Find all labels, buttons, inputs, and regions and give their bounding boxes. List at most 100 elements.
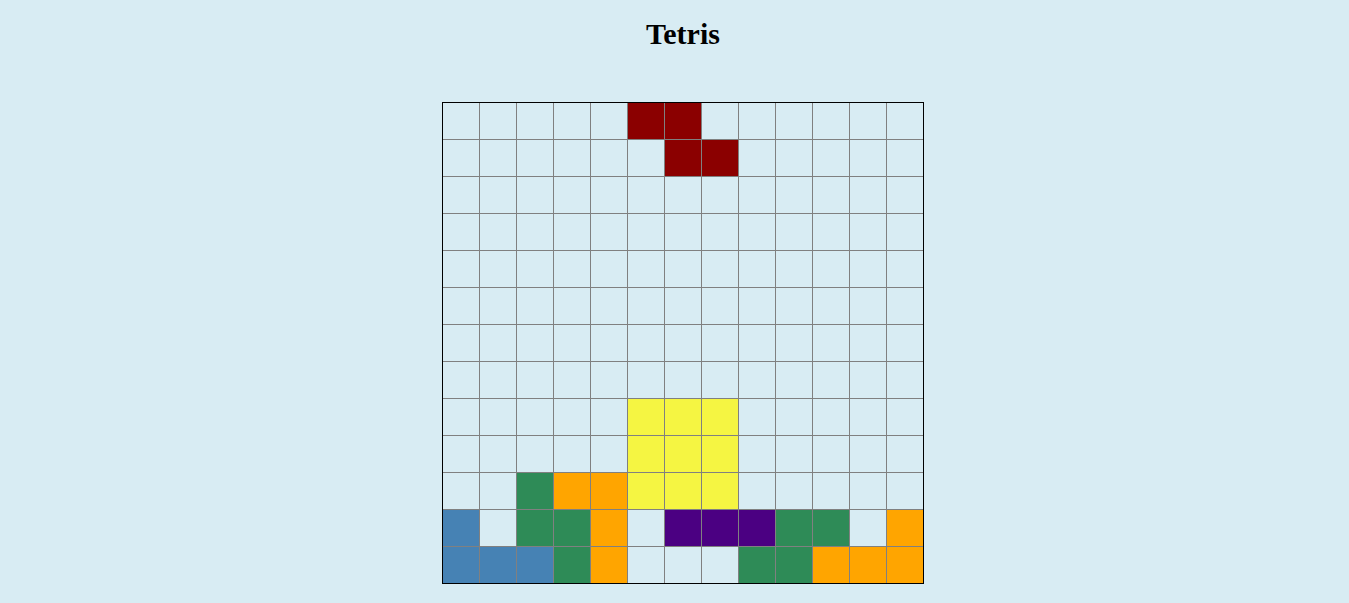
empty-cell	[443, 399, 479, 435]
empty-cell	[665, 362, 701, 398]
empty-cell	[517, 436, 553, 472]
empty-cell	[554, 288, 590, 324]
filled-cell	[517, 547, 553, 583]
filled-cell	[443, 547, 479, 583]
filled-cell	[517, 473, 553, 509]
filled-cell	[554, 473, 590, 509]
empty-cell	[517, 362, 553, 398]
empty-cell	[887, 362, 923, 398]
filled-cell	[702, 510, 738, 546]
empty-cell	[628, 140, 664, 176]
filled-cell	[813, 510, 849, 546]
empty-cell	[480, 325, 516, 361]
game-board[interactable]	[442, 102, 924, 584]
empty-cell	[813, 325, 849, 361]
empty-cell	[850, 325, 886, 361]
filled-cell	[887, 547, 923, 583]
empty-cell	[776, 103, 812, 139]
empty-cell	[628, 547, 664, 583]
empty-cell	[850, 177, 886, 213]
empty-cell	[554, 177, 590, 213]
filled-cell	[665, 473, 701, 509]
empty-cell	[850, 288, 886, 324]
empty-cell	[813, 288, 849, 324]
filled-cell	[591, 473, 627, 509]
empty-cell	[739, 436, 775, 472]
empty-cell	[776, 362, 812, 398]
empty-cell	[480, 399, 516, 435]
empty-cell	[776, 140, 812, 176]
empty-cell	[739, 288, 775, 324]
filled-cell	[887, 510, 923, 546]
filled-cell	[776, 547, 812, 583]
empty-cell	[480, 362, 516, 398]
game-title: Tetris	[646, 18, 720, 50]
empty-cell	[665, 325, 701, 361]
tetris-page: Tetris	[0, 0, 1349, 603]
empty-cell	[628, 251, 664, 287]
empty-cell	[591, 103, 627, 139]
empty-cell	[554, 251, 590, 287]
empty-cell	[702, 251, 738, 287]
empty-cell	[739, 214, 775, 250]
empty-cell	[591, 362, 627, 398]
empty-cell	[628, 214, 664, 250]
empty-cell	[702, 214, 738, 250]
filled-cell	[517, 510, 553, 546]
empty-cell	[813, 140, 849, 176]
empty-cell	[776, 177, 812, 213]
filled-cell	[480, 547, 516, 583]
empty-cell	[443, 436, 479, 472]
empty-cell	[702, 103, 738, 139]
empty-cell	[628, 510, 664, 546]
empty-cell	[665, 288, 701, 324]
empty-cell	[702, 288, 738, 324]
empty-cell	[591, 436, 627, 472]
empty-cell	[813, 473, 849, 509]
empty-cell	[443, 140, 479, 176]
empty-cell	[887, 103, 923, 139]
empty-cell	[887, 177, 923, 213]
filled-cell	[591, 547, 627, 583]
empty-cell	[591, 399, 627, 435]
filled-cell	[665, 436, 701, 472]
filled-cell	[665, 140, 701, 176]
empty-cell	[554, 436, 590, 472]
empty-cell	[776, 214, 812, 250]
empty-cell	[443, 103, 479, 139]
empty-cell	[887, 140, 923, 176]
empty-cell	[443, 177, 479, 213]
empty-cell	[591, 177, 627, 213]
empty-cell	[887, 399, 923, 435]
empty-cell	[776, 473, 812, 509]
empty-cell	[554, 399, 590, 435]
empty-cell	[628, 177, 664, 213]
empty-cell	[517, 214, 553, 250]
empty-cell	[887, 251, 923, 287]
empty-cell	[517, 251, 553, 287]
empty-cell	[739, 473, 775, 509]
filled-cell	[702, 473, 738, 509]
empty-cell	[813, 177, 849, 213]
empty-cell	[443, 288, 479, 324]
filled-cell	[739, 510, 775, 546]
empty-cell	[739, 362, 775, 398]
empty-cell	[739, 399, 775, 435]
empty-cell	[887, 436, 923, 472]
empty-cell	[591, 140, 627, 176]
empty-cell	[517, 177, 553, 213]
empty-cell	[443, 214, 479, 250]
empty-cell	[443, 362, 479, 398]
filled-cell	[628, 103, 664, 139]
empty-cell	[887, 214, 923, 250]
filled-cell	[554, 547, 590, 583]
filled-cell	[665, 103, 701, 139]
filled-cell	[702, 399, 738, 435]
empty-cell	[591, 251, 627, 287]
filled-cell	[739, 547, 775, 583]
filled-cell	[665, 399, 701, 435]
empty-cell	[480, 251, 516, 287]
empty-cell	[813, 362, 849, 398]
empty-cell	[517, 140, 553, 176]
empty-cell	[739, 103, 775, 139]
